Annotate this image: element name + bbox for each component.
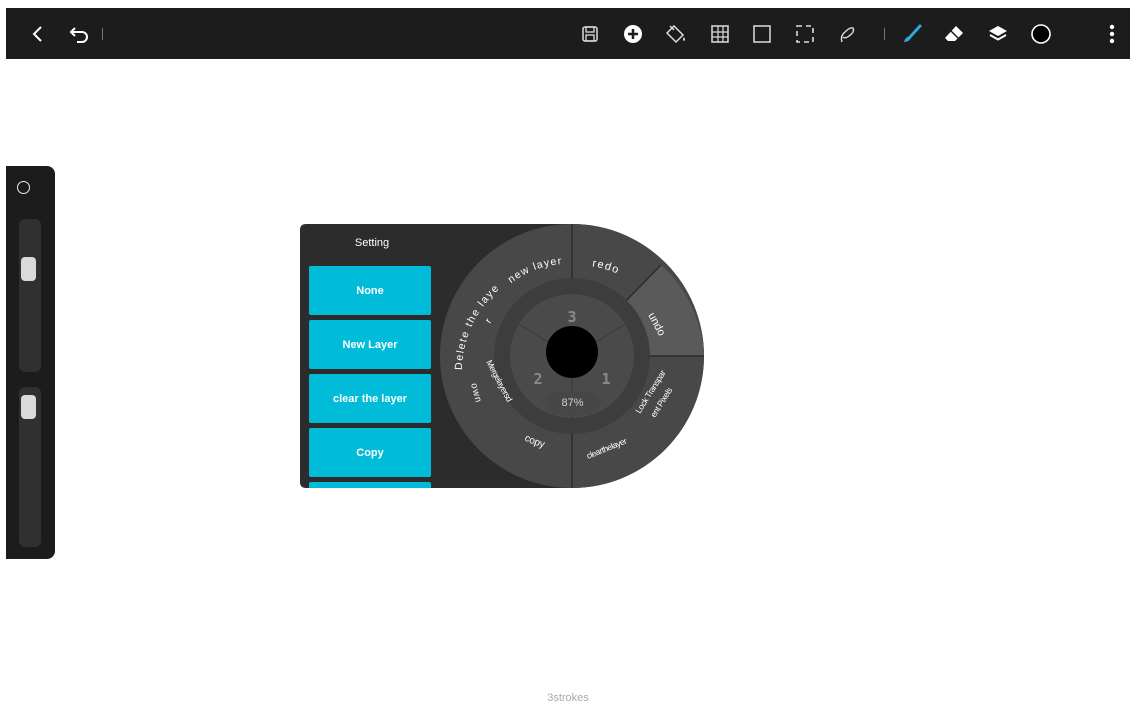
- layers-icon[interactable]: [980, 8, 1016, 59]
- add-icon[interactable]: [615, 8, 651, 59]
- stroke-count-status: 3strokes: [547, 692, 589, 704]
- popup-title: Setting: [354, 237, 390, 249]
- toolbar-divider: [102, 28, 103, 40]
- back-icon[interactable]: [20, 8, 56, 59]
- setting-button-new-layer[interactable]: New Layer: [309, 320, 431, 369]
- color-circle-icon[interactable]: [1023, 8, 1059, 59]
- inner-number-3: 3: [567, 308, 576, 326]
- dashed-select-icon[interactable]: [787, 8, 823, 59]
- lasso-icon[interactable]: [828, 8, 864, 59]
- setting-button-clear-layer[interactable]: clear the layer: [309, 374, 431, 423]
- setting-button-list[interactable]: None New Layer clear the layer Copy: [307, 264, 433, 488]
- more-icon[interactable]: [1094, 8, 1130, 59]
- inner-number-1: 1: [601, 370, 610, 388]
- zoom-percent-badge: 87%: [545, 391, 600, 415]
- grid-icon[interactable]: [702, 8, 738, 59]
- brush-icon[interactable]: [894, 8, 930, 59]
- rectangle-select-icon[interactable]: [744, 8, 780, 59]
- setting-button-none[interactable]: None: [309, 266, 431, 315]
- toolbar-divider: [884, 28, 885, 40]
- brush-size-slider-thumb[interactable]: [21, 257, 36, 281]
- top-toolbar: [6, 8, 1130, 59]
- setting-button-copy[interactable]: Copy: [309, 428, 431, 477]
- setting-button-partial[interactable]: [309, 482, 431, 488]
- brush-opacity-slider-thumb[interactable]: [21, 395, 36, 419]
- brush-size-circle-icon: [17, 181, 30, 194]
- inner-number-2: 2: [533, 370, 542, 388]
- undo-icon[interactable]: [62, 8, 98, 59]
- current-color-swatch[interactable]: [546, 326, 598, 378]
- brush-size-slider[interactable]: [19, 219, 41, 372]
- eraser-icon[interactable]: [936, 8, 972, 59]
- save-icon[interactable]: [572, 8, 608, 59]
- fill-bucket-icon[interactable]: [658, 8, 694, 59]
